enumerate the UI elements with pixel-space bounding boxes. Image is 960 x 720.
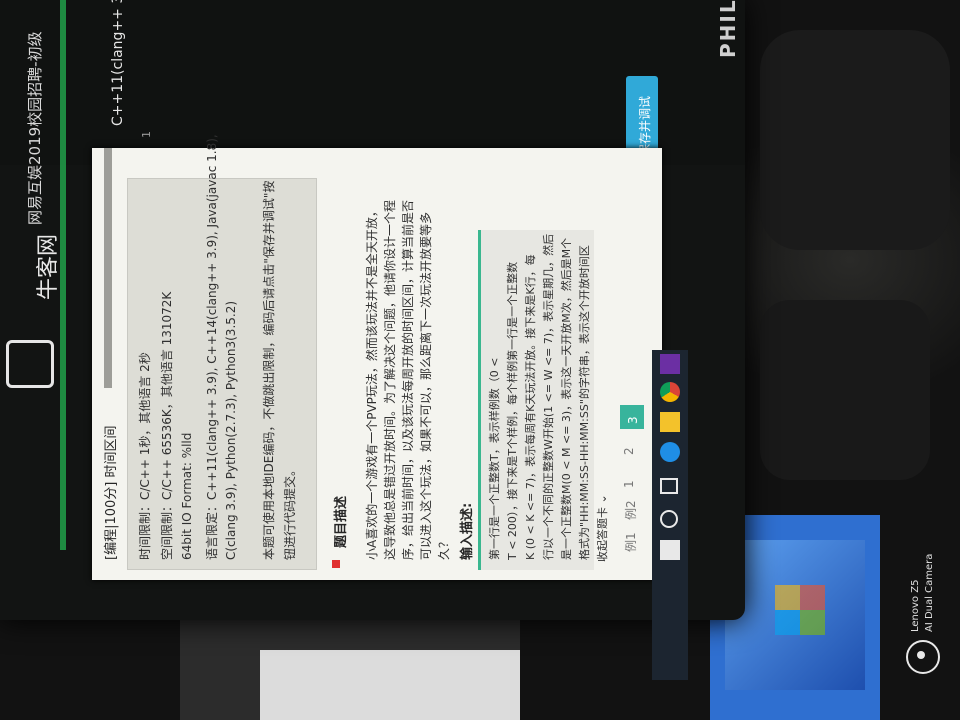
save-and-run-label: 保存并调试: [638, 95, 652, 156]
task-view-icon[interactable]: [660, 478, 678, 494]
description-line: 久？: [437, 535, 451, 560]
scrollbar[interactable]: [104, 148, 112, 388]
input-description-bar: [478, 230, 481, 570]
input-heading: 输入描述:: [460, 502, 475, 560]
language-select[interactable]: C++11(clang++ 3.9): [110, 0, 126, 126]
description-line: 可以进入这个玩法，如果不可以，那么距离下一次玩法开放要等多: [419, 211, 433, 560]
time-limit: 时间限制：C/C++ 1秒，其他语言 2秒: [138, 352, 152, 560]
language-limit-line1: 语言限定：C++11(clang++ 3.9), C++14(clang++ 3…: [205, 134, 219, 560]
app-icon[interactable]: [660, 354, 680, 374]
windows-icon[interactable]: [660, 540, 680, 560]
folder-icon[interactable]: [660, 412, 680, 432]
page-title: 网易互娱2019校园招聘-初级: [26, 31, 44, 225]
third-monitor-screen: [260, 650, 520, 720]
nav-question-1[interactable]: 1: [622, 480, 636, 488]
chrome-icon[interactable]: [660, 382, 680, 402]
line-number: 1: [140, 131, 153, 138]
input-line: 是一个正整数M(0 < M <= 3)，表示这一天开放M次，然后是M个: [560, 237, 573, 560]
input-line: 行以一个不同的正整数W开始(1 <= W <= 7)，表示星期几，然后: [542, 233, 555, 560]
nav-example-2[interactable]: 例2: [622, 500, 639, 520]
monitor-brand: PHILI: [716, 0, 740, 58]
search-icon[interactable]: [660, 510, 678, 528]
nav-example-1[interactable]: 例1: [622, 532, 639, 552]
brand-name: 牛客网: [36, 233, 61, 300]
windows-taskbar: [652, 350, 688, 680]
windows-logo-icon: [775, 585, 825, 635]
dark-object: [760, 300, 930, 480]
nav-question-3[interactable]: 3: [626, 416, 640, 424]
space-limit: 空间限制：C/C++ 65536K，其他语言 131072K: [160, 291, 174, 560]
input-line: K (0 < K <= 7)，表示每周有K天玩法开放。接下来是K行，每: [524, 254, 537, 560]
description-heading: 题目描述: [334, 495, 349, 548]
camera-mode: AI Dual Camera: [924, 553, 935, 632]
input-line: 格式为"HH:MM:SS-HH:MM:SS"的字符串，表示这个开放时间区: [578, 245, 591, 560]
section-marker-icon: [332, 560, 340, 568]
description-line: 小A喜欢的一个游戏有一个PVP玩法，然而该玩法并不是全天开放，: [365, 205, 379, 560]
nav-question-2[interactable]: 2: [622, 447, 636, 455]
edge-icon[interactable]: [660, 442, 680, 462]
note-line2: 钮进行代码提交。: [283, 463, 297, 560]
input-line: 第一行是一个正整数T，表示样例数（0 <: [488, 357, 501, 560]
input-line: T < 200），接下来是T个样例，每个样例第一行是一个正整数: [506, 261, 519, 560]
io-format: 64bit IO Format: %lld: [180, 432, 194, 560]
dark-object: [760, 30, 950, 250]
problem-header: [编程|100分] 时间区间: [104, 425, 119, 560]
nowcoder-logo-icon: [6, 340, 54, 388]
camera-model: Lenovo Z5: [910, 579, 921, 632]
note-line1: 本题可使用本地IDE编码，不做跳出限制，编码后请点击"保存并调试"按: [262, 180, 276, 560]
collapse-answer-card[interactable]: 收起答题卡 ⌄: [594, 494, 610, 562]
description-line: 这导致他总是错过开放时间。为了解决这个问题，他请你设计一个程: [383, 199, 397, 560]
language-limit-line2: C(clang 3.9), Python(2.7.3), Python3(3.5…: [224, 300, 238, 560]
camera-logo-dot: [917, 651, 925, 659]
description-line: 序，给出当前时间，以及该玩法每周开放的时间区间，计算当前是否: [401, 199, 415, 560]
